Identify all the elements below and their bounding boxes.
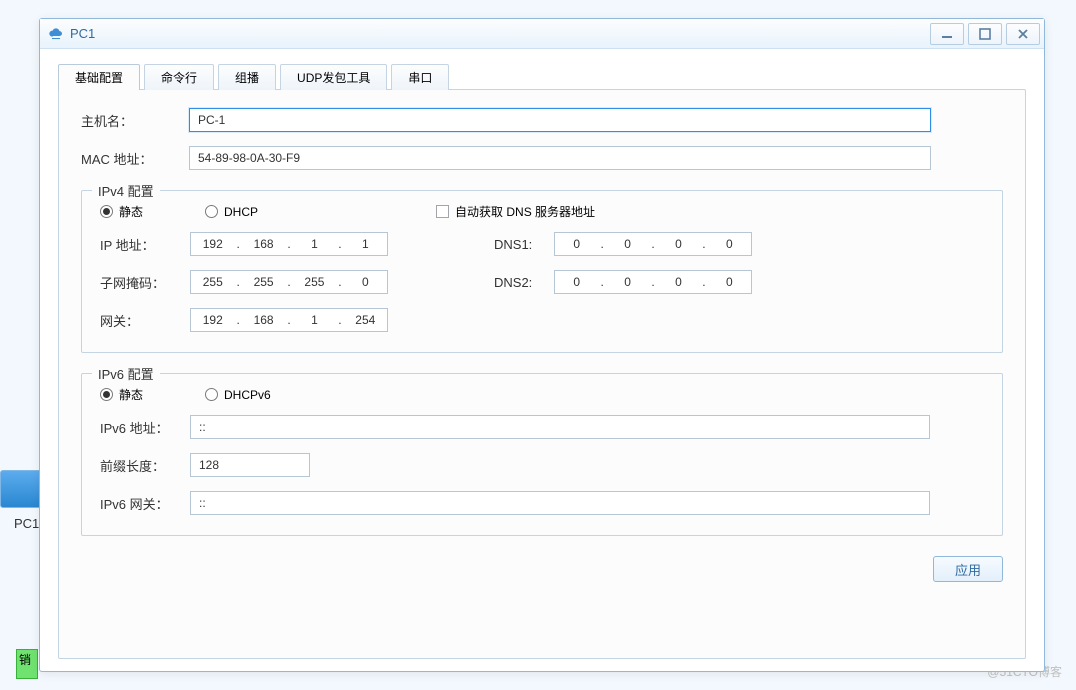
- panel-basic: 主机名： MAC 地址： IPv4 配置 静态 DHCP: [58, 89, 1026, 659]
- ipv6-static-radio[interactable]: 静态: [100, 386, 143, 403]
- minimize-button[interactable]: [930, 23, 964, 45]
- tab-label: 串口: [408, 69, 432, 86]
- ipv6-dhcpv6-radio[interactable]: DHCPv6: [205, 388, 271, 402]
- bg-pc-label: PC1: [14, 516, 39, 531]
- radio-icon: [205, 388, 218, 401]
- ipv6-title: IPv6 配置: [92, 364, 160, 383]
- mask-label: 子网掩码：: [100, 273, 190, 292]
- maximize-button[interactable]: [968, 23, 1002, 45]
- ipv6-prefix-label: 前缀长度：: [100, 456, 190, 475]
- dns2-input[interactable]: 0. 0. 0. 0: [554, 270, 752, 294]
- tab-cmd[interactable]: 命令行: [144, 64, 214, 90]
- dns1-input[interactable]: 0. 0. 0. 0: [554, 232, 752, 256]
- apply-label: 应用: [955, 560, 981, 579]
- ipv4-title: IPv4 配置: [92, 181, 160, 200]
- ipv6-gw-label: IPv6 网关：: [100, 494, 190, 513]
- auto-dns-checkbox[interactable]: 自动获取 DNS 服务器地址: [436, 203, 595, 220]
- ipv4-dhcp-radio[interactable]: DHCP: [205, 205, 258, 219]
- hostname-label: 主机名：: [81, 111, 189, 130]
- mac-input[interactable]: [189, 146, 931, 170]
- radio-icon: [205, 205, 218, 218]
- radio-label: 静态: [119, 203, 143, 220]
- ipv6-gw-input[interactable]: [190, 491, 930, 515]
- close-button[interactable]: [1006, 23, 1040, 45]
- tab-label: 基础配置: [75, 69, 123, 86]
- mask-input[interactable]: 255. 255. 255. 0: [190, 270, 388, 294]
- radio-label: 静态: [119, 386, 143, 403]
- tab-label: 组播: [235, 69, 259, 86]
- radio-icon: [100, 205, 113, 218]
- checkbox-icon: [436, 205, 449, 218]
- ipv4-static-radio[interactable]: 静态: [100, 203, 143, 220]
- apply-button[interactable]: 应用: [933, 556, 1003, 582]
- ipv6-addr-input[interactable]: [190, 415, 930, 439]
- checkbox-label: 自动获取 DNS 服务器地址: [455, 203, 595, 220]
- tab-label: 命令行: [161, 69, 197, 86]
- dns2-label: DNS2:: [494, 275, 554, 290]
- ipv6-prefix-input[interactable]: [190, 453, 310, 477]
- hostname-input[interactable]: [189, 108, 931, 132]
- dns1-label: DNS1:: [494, 237, 554, 252]
- ip-label: IP 地址：: [100, 235, 190, 254]
- radio-label: DHCPv6: [224, 388, 271, 402]
- window-title: PC1: [70, 26, 930, 41]
- bg-vlan-tag: 销: [16, 649, 38, 679]
- gateway-input[interactable]: 192. 168. 1. 254: [190, 308, 388, 332]
- tabs: 基础配置 命令行 组播 UDP发包工具 串口: [58, 63, 1026, 89]
- tab-basic[interactable]: 基础配置: [58, 64, 140, 90]
- tab-multicast[interactable]: 组播: [218, 64, 276, 90]
- ipv4-fieldset: IPv4 配置 静态 DHCP 自动获取 DNS 服务器地址: [81, 190, 1003, 353]
- ip-input[interactable]: 192. 168. 1. 1: [190, 232, 388, 256]
- titlebar: PC1: [40, 19, 1044, 49]
- gateway-label: 网关：: [100, 311, 190, 330]
- window: PC1 基础配置 命令行 组播 UDP发包工具 串口 主机名： MAC 地址：: [39, 18, 1045, 672]
- tab-udp[interactable]: UDP发包工具: [280, 64, 387, 90]
- ipv6-addr-label: IPv6 地址：: [100, 418, 190, 437]
- ipv6-fieldset: IPv6 配置 静态 DHCPv6 IPv6 地址： 前缀长: [81, 373, 1003, 536]
- radio-label: DHCP: [224, 205, 258, 219]
- mac-label: MAC 地址：: [81, 149, 189, 168]
- tab-label: UDP发包工具: [297, 69, 370, 86]
- cloud-icon: [48, 27, 64, 41]
- radio-icon: [100, 388, 113, 401]
- tab-serial[interactable]: 串口: [391, 64, 449, 90]
